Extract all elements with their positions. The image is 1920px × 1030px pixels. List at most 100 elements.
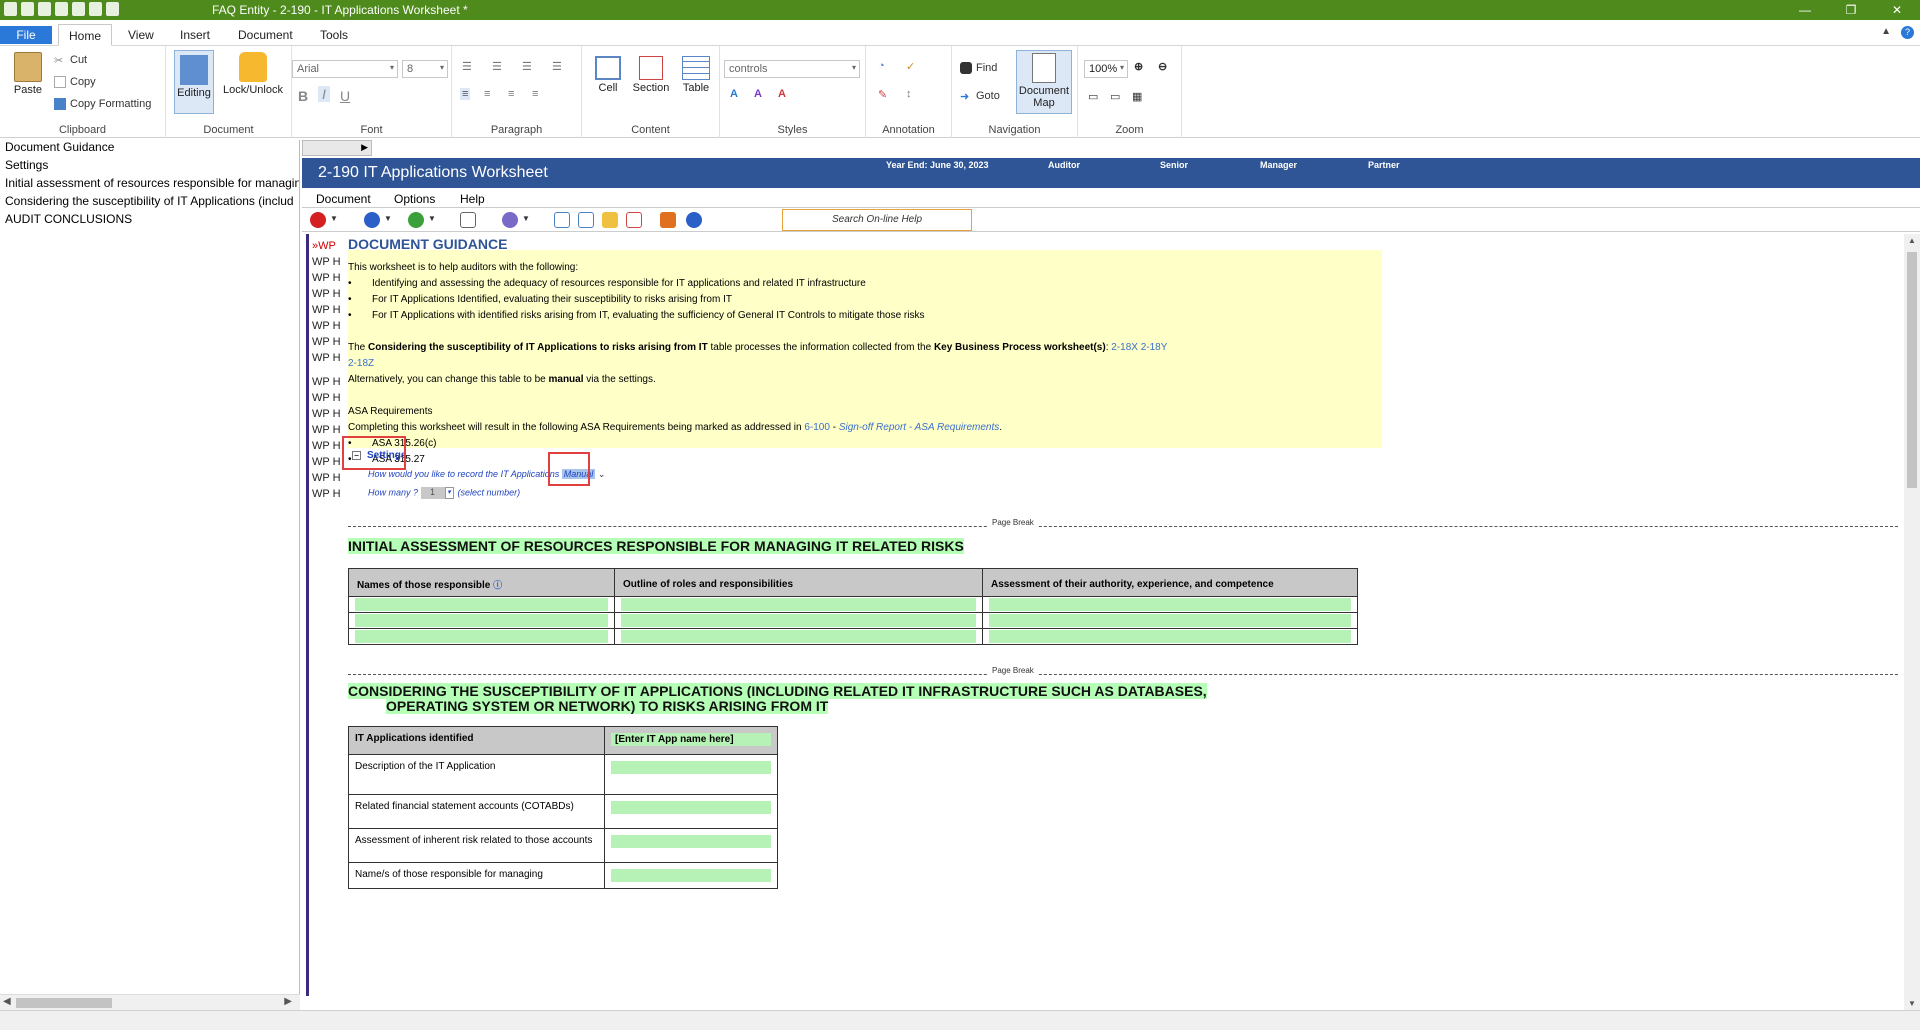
input-field[interactable] (611, 869, 771, 882)
help-icon[interactable]: ? (1901, 26, 1914, 39)
input-field[interactable] (355, 630, 608, 643)
tickmark-icon[interactable]: ◔ (878, 60, 885, 72)
scroll-down-icon[interactable]: ▼ (1908, 999, 1916, 1008)
info-icon[interactable]: ⓘ (493, 580, 502, 590)
italic-button[interactable]: I (318, 86, 330, 102)
wp-marker[interactable]: WP H (312, 424, 340, 440)
input-field[interactable] (611, 801, 771, 814)
how-many-select[interactable]: 1 (420, 487, 445, 499)
align-right-button[interactable]: ≡ (508, 88, 514, 100)
wp-marker[interactable]: WP H (312, 392, 340, 408)
underline-button[interactable]: U (340, 88, 350, 104)
nav-item-initial-assessment[interactable]: Initial assessment of resources responsi… (0, 176, 299, 194)
collapse-ribbon-icon[interactable]: ▲ (1881, 26, 1891, 39)
document-icon[interactable] (578, 212, 594, 228)
globe-icon[interactable] (502, 212, 518, 228)
style-edit-icon[interactable]: A (754, 88, 762, 100)
tab-view[interactable]: View (118, 24, 164, 46)
page-icon[interactable] (554, 212, 570, 228)
align-left-button[interactable]: ≡ (460, 88, 471, 100)
online-help-search[interactable]: Search On-line Help (782, 209, 972, 231)
minimize-icon[interactable]: — (1782, 0, 1828, 20)
section-button[interactable]: Section (630, 56, 672, 94)
nav-item-audit-conclusions[interactable]: AUDIT CONCLUSIONS (0, 212, 299, 230)
table-cell[interactable] (614, 596, 983, 613)
editing-button[interactable]: Editing (174, 50, 214, 114)
wp-marker[interactable]: WP H (312, 408, 340, 424)
tab-tools[interactable]: Tools (310, 24, 358, 46)
table-cell[interactable] (614, 612, 983, 629)
bold-button[interactable]: B (298, 88, 308, 104)
copy-formatting-button[interactable]: Copy Formatting (54, 98, 151, 110)
input-field[interactable] (989, 630, 1351, 643)
tab-home[interactable]: Home (58, 24, 113, 46)
chevron-down-icon[interactable]: ▼ (428, 214, 436, 223)
restore-icon[interactable]: ❐ (1828, 0, 1874, 20)
scroll-up-icon[interactable]: ▲ (1908, 236, 1916, 245)
status-icon[interactable] (364, 212, 380, 228)
close-icon[interactable]: ✕ (1874, 0, 1920, 20)
chevron-down-icon[interactable]: ▼ (330, 214, 338, 223)
nav-pane-scrollbar[interactable]: ◀ ▶ (0, 994, 300, 1010)
worksheet-link[interactable]: 2-18Z (348, 356, 1382, 372)
asa-requirements-link[interactable]: Sign-off Report - ASA Requirements (839, 422, 999, 433)
find-button[interactable]: Find (960, 62, 997, 74)
input-field[interactable] (611, 835, 771, 848)
align-center-button[interactable]: ≡ (484, 88, 490, 100)
input-field[interactable] (621, 614, 976, 627)
scrollbar-thumb[interactable] (1907, 252, 1917, 488)
wp-marker[interactable]: »WP (312, 240, 340, 256)
wp-marker[interactable]: WP H (312, 472, 340, 488)
bullets-button[interactable]: ☰ (462, 60, 472, 73)
report-icon[interactable] (626, 212, 642, 228)
input-field[interactable] (621, 598, 976, 611)
tab-insert[interactable]: Insert (170, 24, 220, 46)
numbering-button[interactable]: ☰ (492, 60, 502, 73)
table-cell[interactable] (604, 754, 778, 795)
wp-marker[interactable]: WP H (312, 376, 340, 392)
home-icon[interactable] (660, 212, 676, 228)
input-field[interactable] (355, 614, 608, 627)
paste-button[interactable]: Paste (10, 52, 46, 96)
copy-button[interactable]: Copy (54, 76, 96, 88)
wp-marker[interactable]: WP H (312, 272, 340, 288)
font-name-combo[interactable]: Arial ▾ (292, 60, 398, 78)
page-width-icon[interactable]: ▭ (1088, 90, 1098, 103)
wp-marker[interactable]: WP H (312, 440, 340, 456)
cell-button[interactable]: Cell (590, 56, 626, 94)
table-cell[interactable] (982, 628, 1358, 645)
menu-document[interactable]: Document (316, 192, 371, 206)
nav-item-considering-susceptibility[interactable]: Considering the susceptibility of IT App… (0, 194, 299, 212)
chevron-down-icon[interactable]: ▼ (384, 214, 392, 223)
style-combo[interactable]: controls ▾ (724, 60, 860, 78)
note-icon[interactable]: ✎ (878, 88, 887, 101)
lock-unlock-button[interactable]: Lock/Unlock (220, 52, 286, 96)
help-icon[interactable] (686, 212, 702, 228)
style-clear-icon[interactable]: A (778, 88, 786, 100)
table-cell[interactable] (982, 612, 1358, 629)
table-button[interactable]: Table (676, 56, 716, 94)
table-cell[interactable] (614, 628, 983, 645)
wp-marker[interactable]: WP H (312, 488, 340, 504)
wp-marker[interactable]: WP H (312, 256, 340, 272)
outdent-button[interactable]: ☰ (552, 60, 562, 73)
wp-marker[interactable]: WP H (312, 352, 340, 368)
table-cell[interactable] (604, 794, 778, 829)
zoom-out-icon[interactable]: ⊖ (1158, 60, 1167, 73)
signoff-link[interactable]: 6-100 (804, 422, 830, 433)
zoom-combo[interactable]: 100% ▾ (1084, 60, 1128, 78)
goto-button[interactable]: ➜ Goto (960, 90, 1000, 103)
reference-icon[interactable]: ↕ (906, 88, 912, 100)
wp-marker[interactable]: WP H (312, 456, 340, 472)
chevron-down-icon[interactable]: ▾ (444, 487, 454, 499)
chevron-down-icon[interactable]: ⌄ (598, 469, 606, 479)
scroll-right-icon[interactable]: ▶ (284, 996, 292, 1007)
scroll-left-icon[interactable]: ◀ (3, 996, 11, 1007)
undo-icon[interactable] (72, 2, 85, 16)
worksheet-link[interactable]: 2-18X 2-18Y (1111, 342, 1167, 353)
ruler-arrow-icon[interactable]: ▶ (361, 142, 368, 153)
open-folder-icon[interactable] (38, 2, 51, 16)
save-icon[interactable] (55, 2, 68, 16)
redo-icon[interactable] (89, 2, 102, 16)
input-field[interactable] (355, 598, 608, 611)
